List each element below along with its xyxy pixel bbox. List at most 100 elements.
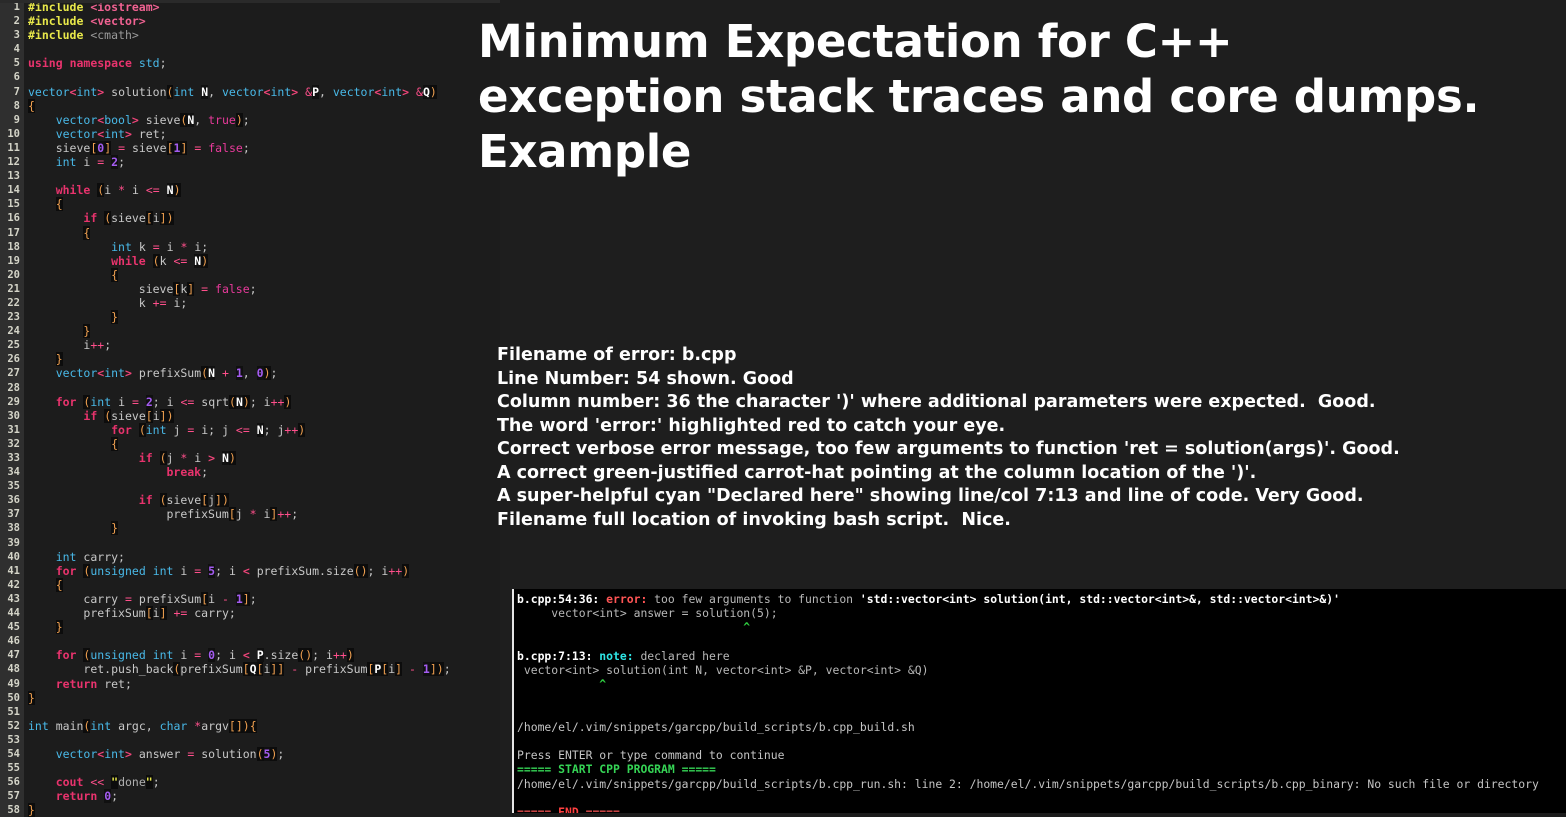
code-line-row[interactable]: 45 } bbox=[0, 620, 500, 635]
code-line-text[interactable]: } bbox=[24, 690, 500, 705]
code-line-text[interactable]: for (unsigned int i = 0; i < P.size(); i… bbox=[24, 648, 500, 663]
code-line-text[interactable]: } bbox=[24, 620, 500, 635]
code-line-row[interactable]: 55 bbox=[0, 761, 500, 776]
code-line-text[interactable]: { bbox=[24, 436, 500, 451]
code-line-text[interactable]: while (i * i <= N) bbox=[24, 183, 500, 198]
code-line-text[interactable]: } bbox=[24, 310, 500, 325]
code-line-row[interactable]: 38 } bbox=[0, 521, 500, 536]
code-line-text[interactable] bbox=[24, 380, 500, 395]
code-line-row[interactable]: 15 { bbox=[0, 197, 500, 212]
code-line-text[interactable] bbox=[24, 479, 500, 494]
code-line-row[interactable]: 48 ret.push_back(prefixSum[Q[i]] - prefi… bbox=[0, 662, 500, 677]
code-line-text[interactable]: using namespace std; bbox=[24, 56, 500, 71]
code-editor-panel[interactable]: 1 #include <iostream> 2 #include <vector> 3 #… bbox=[0, 0, 500, 817]
code-line-row[interactable]: 3 #include <cmath> bbox=[0, 28, 500, 43]
code-line-text[interactable]: if (sieve[j]) bbox=[24, 493, 500, 508]
code-line-row[interactable]: 26 } bbox=[0, 352, 500, 367]
code-line-row[interactable]: 36 if (sieve[j]) bbox=[0, 493, 500, 508]
code-line-row[interactable]: 52 int main(int argc, char *argv[]){ bbox=[0, 718, 500, 733]
code-line-text[interactable]: int i = 2; bbox=[24, 155, 500, 170]
code-line-text[interactable] bbox=[24, 169, 500, 184]
code-line-text[interactable]: prefixSum[j * i]++; bbox=[24, 507, 500, 522]
code-line-text[interactable]: if (j * i > N) bbox=[24, 451, 500, 466]
code-line-row[interactable]: 14 while (i * i <= N) bbox=[0, 183, 500, 198]
code-line-text[interactable]: ret.push_back(prefixSum[Q[i]] - prefixSu… bbox=[24, 662, 500, 677]
code-line-row[interactable]: 12 int i = 2; bbox=[0, 155, 500, 170]
code-line-text[interactable]: if (sieve[i]) bbox=[24, 211, 500, 226]
code-line-text[interactable]: if (sieve[i]) bbox=[24, 408, 500, 423]
code-line-text[interactable]: break; bbox=[24, 465, 500, 480]
code-line-text[interactable]: { bbox=[24, 225, 500, 240]
code-line-row[interactable]: 50} bbox=[0, 690, 500, 705]
code-line-text[interactable] bbox=[24, 761, 500, 776]
code-line-row[interactable]: 18 int k = i * i; bbox=[0, 239, 500, 254]
code-line-row[interactable]: 20 { bbox=[0, 267, 500, 282]
code-line-row[interactable]: 10 vector<int> ret; bbox=[0, 126, 500, 141]
code-line-row[interactable]: 53 bbox=[0, 732, 500, 747]
code-line-row[interactable]: 46 bbox=[0, 634, 500, 649]
code-line-row[interactable]: 17 { bbox=[0, 225, 500, 240]
code-line-row[interactable]: 27 vector<int> prefixSum(N + 1, 0); bbox=[0, 366, 500, 381]
code-line-row[interactable]: 30 if (sieve[i]) bbox=[0, 408, 500, 423]
code-lines-container[interactable]: 1 #include <iostream> 2 #include <vector> 3 #… bbox=[0, 0, 500, 817]
code-line-row[interactable]: 40 int carry; bbox=[0, 549, 500, 564]
code-line-text[interactable]: { bbox=[24, 197, 500, 212]
code-line-row[interactable]: 2 #include <vector> bbox=[0, 14, 500, 29]
code-line-row[interactable]: 39 bbox=[0, 535, 500, 550]
code-line-text[interactable] bbox=[24, 704, 500, 719]
terminal-output-panel[interactable]: b.cpp:54:36: error: too few arguments to… bbox=[512, 589, 1566, 817]
code-line-text[interactable]: vector<int> solution(int N, vector<int> … bbox=[24, 84, 500, 99]
code-line-row[interactable]: 13 bbox=[0, 169, 500, 184]
code-line-row[interactable]: 58} bbox=[0, 803, 500, 817]
code-line-text[interactable]: while (k <= N) bbox=[24, 253, 500, 268]
code-line-text[interactable]: i++; bbox=[24, 338, 500, 353]
code-line-row[interactable]: 22 k += i; bbox=[0, 295, 500, 311]
code-line-text[interactable]: { bbox=[24, 267, 500, 282]
code-line-row[interactable]: 5 using namespace std; bbox=[0, 56, 500, 71]
code-line-row[interactable]: 19 while (k <= N) bbox=[0, 253, 500, 268]
code-line-text[interactable]: for (unsigned int i = 5; i < prefixSum.s… bbox=[24, 563, 500, 578]
code-line-text[interactable]: { bbox=[24, 577, 500, 592]
code-line-row[interactable]: 37 prefixSum[j * i]++; bbox=[0, 507, 500, 522]
code-line-text[interactable]: int carry; bbox=[24, 549, 500, 564]
code-line-row[interactable]: 34 break; bbox=[0, 465, 500, 480]
code-line-row[interactable]: 8{ bbox=[0, 98, 500, 113]
code-line-row[interactable]: 4 bbox=[0, 42, 500, 57]
code-line-row[interactable]: 24 } bbox=[0, 324, 500, 339]
code-line-text[interactable]: } bbox=[24, 521, 500, 536]
code-line-row[interactable]: 16 if (sieve[i]) bbox=[0, 211, 500, 226]
code-line-text[interactable]: #include <vector> bbox=[24, 14, 500, 29]
code-line-row[interactable]: 42 { bbox=[0, 577, 500, 592]
code-line-text[interactable]: int main(int argc, char *argv[]){ bbox=[24, 718, 500, 733]
code-line-text[interactable]: { bbox=[24, 98, 500, 113]
code-line-text[interactable]: vector<bool> sieve(N, true); bbox=[24, 112, 500, 127]
code-line-row[interactable]: 23 } bbox=[0, 310, 500, 325]
code-line-text[interactable]: int k = i * i; bbox=[24, 239, 500, 254]
code-line-row[interactable]: 51 bbox=[0, 704, 500, 719]
code-line-text[interactable]: return 0; bbox=[24, 789, 500, 804]
code-line-row[interactable]: 29 for (int i = 2; i <= sqrt(N); i++) bbox=[0, 394, 500, 409]
code-line-row[interactable]: 56 cout << "done"; bbox=[0, 775, 500, 790]
code-line-row[interactable]: 31 for (int j = i; j <= N; j++) bbox=[0, 422, 500, 437]
code-line-row[interactable]: 11 sieve[0] = sieve[1] = false; bbox=[0, 140, 500, 156]
code-line-text[interactable] bbox=[24, 42, 500, 57]
code-line-text[interactable]: } bbox=[24, 803, 500, 817]
code-line-row[interactable]: 7 vector<int> solution(int N, vector<int>… bbox=[0, 84, 500, 99]
code-line-text[interactable]: sieve[k] = false; bbox=[24, 281, 500, 296]
code-line-text[interactable] bbox=[24, 732, 500, 747]
code-line-row[interactable]: 6 bbox=[0, 70, 500, 85]
code-line-row[interactable]: 9 vector<bool> sieve(N, true); bbox=[0, 112, 500, 127]
code-line-text[interactable]: k += i; bbox=[24, 295, 500, 311]
code-line-text[interactable]: for (int i = 2; i <= sqrt(N); i++) bbox=[24, 394, 500, 409]
code-line-text[interactable]: vector<int> prefixSum(N + 1, 0); bbox=[24, 366, 500, 381]
code-line-row[interactable]: 57 return 0; bbox=[0, 789, 500, 804]
code-line-text[interactable]: #include <cmath> bbox=[24, 28, 500, 43]
code-line-text[interactable] bbox=[24, 70, 500, 85]
code-line-row[interactable]: 33 if (j * i > N) bbox=[0, 451, 500, 466]
code-line-text[interactable]: return ret; bbox=[24, 676, 500, 691]
code-line-text[interactable]: } bbox=[24, 324, 500, 339]
code-line-text[interactable]: vector<int> ret; bbox=[24, 126, 500, 141]
code-line-row[interactable]: 41 for (unsigned int i = 5; i < prefixSu… bbox=[0, 563, 500, 578]
code-line-text[interactable]: cout << "done"; bbox=[24, 775, 500, 790]
code-line-row[interactable]: 44 prefixSum[i] += carry; bbox=[0, 606, 500, 621]
